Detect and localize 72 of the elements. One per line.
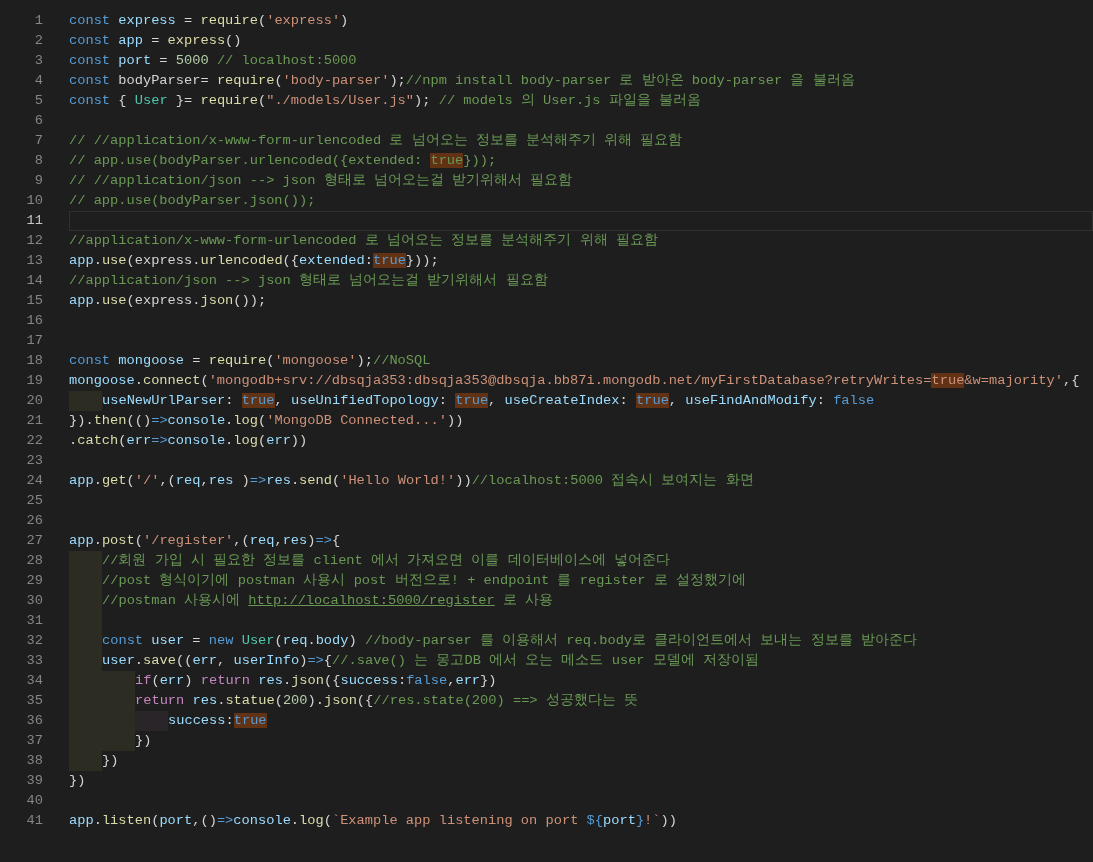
code-line: app.listen(port,()=>console.log(`Example app listening on port ${port}!`)) [69, 812, 677, 830]
line-number: 8 [33, 152, 43, 170]
code-line: // //application/x-www-form-urlencoded 로 넘어오는 정보를 분석해주기 위해 필요함 [69, 132, 683, 150]
code-line: }) [135, 732, 152, 750]
line-number: 38 [25, 752, 43, 770]
line-number: 16 [25, 312, 43, 330]
line-number: 12 [25, 232, 43, 250]
code-line: const express = require('express') [69, 12, 349, 30]
line-number: 17 [25, 332, 43, 350]
code-line: const mongoose = require('mongoose');//NoSQL [69, 352, 431, 370]
code-line: }) [69, 772, 86, 790]
line-number: 10 [25, 192, 43, 210]
code-line: return res.statue(200).json({//res.state(200) ==> 성공했다는 뜻 [135, 692, 638, 710]
line-number: 22 [25, 432, 43, 450]
line-number: 18 [25, 352, 43, 370]
line-number: 11 [25, 212, 43, 230]
code-line: useNewUrlParser: true, useUnifiedTopology: true, useCreateIndex: true, useFindAndModify: false [102, 392, 875, 410]
code-line: app.post('/register',(req,res)=>{ [69, 532, 341, 550]
line-number: 28 [25, 552, 43, 570]
line-number: 4 [33, 72, 43, 90]
line-number: 32 [25, 632, 43, 650]
line-number: 29 [25, 572, 43, 590]
line-number: 14 [25, 272, 43, 290]
code-line: const bodyParser= require('body-parser');//npm install body-parser 로 받아온 body-parser 을 불러옴 [69, 72, 855, 90]
code-line: app.get('/',(req,res )=>res.send('Hello World!'))//localhost:5000 접속시 보여지는 화면 [69, 472, 754, 490]
line-number: 26 [25, 512, 43, 530]
code-line: //회원 가입 시 필요한 정보를 client 에서 가져오면 이를 데이터베이스에 넣어준다 [102, 552, 670, 570]
line-number: 33 [25, 652, 43, 670]
code-line: }).then(()=>console.log('MongoDB Connected...')) [69, 412, 464, 430]
line-number: 21 [25, 412, 43, 430]
line-number: 30 [25, 592, 43, 610]
line-number: 9 [33, 172, 43, 190]
line-number: 23 [25, 452, 43, 470]
code-line: const app = express() [69, 32, 242, 50]
line-number: 27 [25, 532, 43, 550]
line-number: 34 [25, 672, 43, 690]
line-number: 35 [25, 692, 43, 710]
code-line: // app.use(bodyParser.json()); [69, 192, 316, 210]
line-number: 40 [25, 792, 43, 810]
line-number: 20 [25, 392, 43, 410]
code-line: app.use(express.json()); [69, 292, 267, 310]
line-number: 24 [25, 472, 43, 490]
code-line: //application/x-www-form-urlencoded 로 넘어오는 정보를 분석해주기 위해 필요함 [69, 232, 658, 250]
line-number: 1 [33, 12, 43, 30]
line-number: 6 [33, 112, 43, 130]
line-number: 25 [25, 492, 43, 510]
line-number: 15 [25, 292, 43, 310]
code-line: //post 형식이기에 postman 사용시 post 버전으로! + endpoint 를 register 로 설정했기에 [102, 572, 746, 590]
code-line: app.use(express.urlencoded({extended:true})); [69, 252, 439, 270]
code-line: .catch(err=>console.log(err)) [69, 432, 308, 450]
code-line: // app.use(bodyParser.urlencoded({extended: true})); [69, 152, 497, 170]
code-line: const { User }= require("./models/User.js"); // models 의 User.js 파일을 불러옴 [69, 92, 701, 110]
code-line: const port = 5000 // localhost:5000 [69, 52, 357, 70]
line-number: 31 [25, 612, 43, 630]
line-number: 5 [33, 92, 43, 110]
line-number: 3 [33, 52, 43, 70]
code-line: //postman 사용시에 http://localhost:5000/register 로 사용 [102, 592, 554, 610]
line-number: 37 [25, 732, 43, 750]
code-line: const user = new User(req.body) //body-parser 를 이용해서 req.body로 클라이언트에서 보내는 정보를 받아준다 [102, 632, 917, 650]
line-number: 7 [33, 132, 43, 150]
line-number: 41 [25, 812, 43, 830]
code-line: // //application/json --> json 형태로 넘어오는걸 받기위해서 필요함 [69, 172, 573, 190]
code-line: success:true [168, 712, 267, 730]
line-number: 39 [25, 772, 43, 790]
code-line: if(err) return res.json({success:false,err}) [135, 672, 497, 690]
line-number: 2 [33, 32, 43, 50]
code-line: }) [102, 752, 119, 770]
code-line: user.save((err, userInfo)=>{//.save() 는 몽고DB 에서 오는 메소드 user 모델에 저장이됨 [102, 652, 759, 670]
code-line: //application/json --> json 형태로 넘어오는걸 받기위해서 필요함 [69, 272, 548, 290]
line-number: 36 [25, 712, 43, 730]
line-number: 13 [25, 252, 43, 270]
line-number: 19 [25, 372, 43, 390]
